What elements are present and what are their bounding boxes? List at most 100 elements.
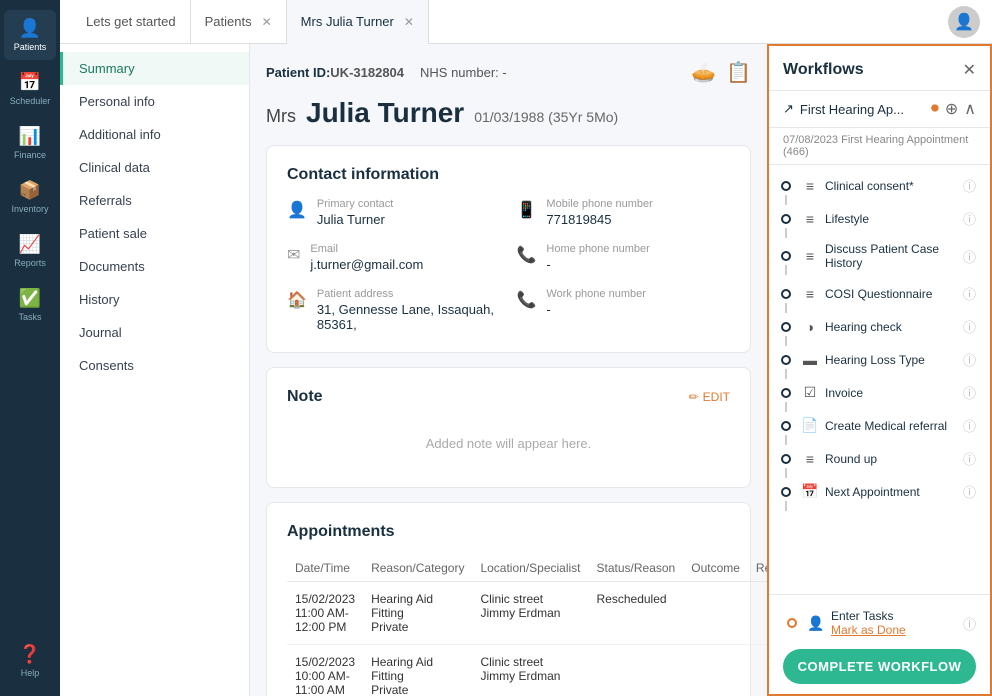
workflow-item-enter-tasks[interactable]: 👤 Enter Tasks Mark as Done ⓘ: [783, 605, 976, 641]
contact-mobile: 📱 Mobile phone number 771819845: [517, 198, 731, 227]
menu-item-summary[interactable]: Summary: [60, 52, 249, 85]
phone-icon: 📞: [517, 245, 537, 265]
sidebar-item-finance[interactable]: 📊 Finance: [4, 118, 56, 168]
menu-item-personal-info[interactable]: Personal info: [60, 85, 249, 118]
lifestyle-icon: ≡: [801, 211, 819, 227]
inventory-icon: 📦: [19, 180, 41, 201]
tab-lets-started[interactable]: Lets get started: [72, 0, 191, 44]
workflow-list: ≡ Clinical consent* ⓘ ≡ Lifestyle ⓘ: [769, 165, 990, 594]
sidebar-item-tasks-label: Tasks: [18, 312, 41, 322]
workflows-close-button[interactable]: ✕: [963, 60, 976, 80]
sidebar-nav: 👤 Patients 📅 Scheduler 📊 Finance 📦 Inven…: [0, 0, 60, 696]
patient-name: Julia Turner: [306, 97, 464, 129]
tab-patients[interactable]: Patients ✕: [191, 0, 287, 44]
patient-header: Patient ID:UK-3182804 NHS number: - 🥧 📋: [266, 60, 751, 85]
menu-item-additional-info[interactable]: Additional info: [60, 118, 249, 151]
clinical-consent-info-icon[interactable]: ⓘ: [963, 176, 976, 195]
edit-button[interactable]: ✏ EDIT: [689, 390, 730, 404]
patient-prefix: Mrs: [266, 106, 296, 127]
col-reason: Reason/Category: [363, 555, 472, 582]
col-status: Status/Reason: [589, 555, 684, 582]
primary-contact-label: Primary contact: [317, 198, 393, 210]
menu-item-documents[interactable]: Documents: [60, 250, 249, 283]
workflow-item-medical-referral[interactable]: 📄 Create Medical referral ⓘ: [769, 409, 990, 442]
edit-icon: ✏: [689, 390, 699, 404]
cosi-icon: ≡: [801, 286, 819, 302]
round-up-info-icon[interactable]: ⓘ: [963, 449, 976, 468]
timeline-dot-orange: [787, 618, 797, 628]
patient-id-value: UK-3182804: [330, 65, 404, 80]
menu-item-referrals[interactable]: Referrals: [60, 184, 249, 217]
content-area: Summary Personal info Additional info Cl…: [60, 44, 992, 696]
menu-item-history[interactable]: History: [60, 283, 249, 316]
appointments-table: Date/Time Reason/Category Location/Speci…: [287, 555, 767, 696]
note-header: Note ✏ EDIT: [287, 388, 730, 406]
sidebar-item-reports-label: Reports: [14, 258, 46, 268]
sidebar-item-scheduler-label: Scheduler: [10, 96, 51, 106]
workflow-record-icon[interactable]: ⏺: [931, 100, 939, 118]
timeline-col: [777, 388, 795, 398]
complete-workflow-button[interactable]: COMPLETE WORKFLOW: [783, 649, 976, 684]
timeline-col: [777, 289, 795, 299]
workflow-item-discuss-history[interactable]: ≡ Discuss Patient Case History ⓘ: [769, 235, 990, 277]
cosi-info-icon[interactable]: ⓘ: [963, 284, 976, 303]
workflow-item-clinical-consent[interactable]: ≡ Clinical consent* ⓘ: [769, 169, 990, 202]
menu-item-consents[interactable]: Consents: [60, 349, 249, 382]
timeline-col: [777, 251, 795, 261]
timeline-col: [777, 214, 795, 224]
workflow-item-next-appointment[interactable]: 📅 Next Appointment ⓘ: [769, 475, 990, 508]
menu-item-patient-sale[interactable]: Patient sale: [60, 217, 249, 250]
appt-outcome-2: [683, 645, 748, 696]
document-icon[interactable]: 📋: [726, 60, 751, 85]
contact-address: 🏠 Patient address 31, Gennesse Lane, Iss…: [287, 288, 501, 332]
mobile-icon: 📱: [517, 200, 537, 220]
tab-patients-close[interactable]: ✕: [262, 15, 272, 29]
hearing-check-info-icon[interactable]: ⓘ: [963, 317, 976, 336]
workflow-add-icon[interactable]: ⊕: [945, 99, 958, 119]
appt-status-1: Rescheduled: [589, 582, 684, 645]
sidebar-item-help[interactable]: ❓ Help: [4, 636, 56, 686]
sidebar-item-tasks[interactable]: ✅ Tasks: [4, 280, 56, 330]
workflow-collapse-icon[interactable]: ∧: [964, 99, 976, 119]
workflow-item-lifestyle[interactable]: ≡ Lifestyle ⓘ: [769, 202, 990, 235]
sidebar-item-patients[interactable]: 👤 Patients: [4, 10, 56, 60]
sidebar-item-scheduler[interactable]: 📅 Scheduler: [4, 64, 56, 114]
invoice-info-icon[interactable]: ⓘ: [963, 383, 976, 402]
tab-active-patient[interactable]: Mrs Julia Turner ✕: [287, 0, 429, 44]
medical-referral-info-icon[interactable]: ⓘ: [963, 416, 976, 435]
timeline-dot: [781, 322, 791, 332]
tab-patient-close[interactable]: ✕: [404, 15, 414, 29]
round-up-icon: ≡: [801, 451, 819, 467]
chart-icon[interactable]: 🥧: [691, 60, 716, 85]
sidebar-item-reports[interactable]: 📈 Reports: [4, 226, 56, 276]
hearing-loss-type-info-icon[interactable]: ⓘ: [963, 350, 976, 369]
timeline-dot: [781, 181, 791, 191]
workflows-header: Workflows ✕: [769, 46, 990, 91]
timeline-col: [777, 322, 795, 332]
timeline-col: [783, 618, 801, 628]
workflow-item-invoice[interactable]: ☑ Invoice ⓘ: [769, 376, 990, 409]
contact-primary: 👤 Primary contact Julia Turner: [287, 198, 501, 227]
discuss-history-info-icon[interactable]: ⓘ: [963, 247, 976, 266]
workflow-item-hearing-check[interactable]: ◑ Hearing check ⓘ: [769, 310, 990, 343]
note-card: Note ✏ EDIT Added note will appear here.: [266, 367, 751, 488]
sidebar-item-finance-label: Finance: [14, 150, 46, 160]
timeline-dot: [781, 388, 791, 398]
workflow-item-hearing-loss-type[interactable]: ▬ Hearing Loss Type ⓘ: [769, 343, 990, 376]
contact-grid: 👤 Primary contact Julia Turner 📱 Mobile …: [287, 198, 730, 332]
next-appointment-label: Next Appointment: [825, 485, 957, 499]
reports-icon: 📈: [19, 234, 41, 255]
next-appointment-info-icon[interactable]: ⓘ: [963, 482, 976, 501]
timeline-dot: [781, 454, 791, 464]
enter-tasks-info-icon[interactable]: ⓘ: [963, 614, 976, 633]
user-avatar-icon[interactable]: 👤: [948, 6, 980, 38]
enter-tasks-icon: 👤: [807, 615, 825, 632]
menu-item-journal[interactable]: Journal: [60, 316, 249, 349]
workflow-item-round-up[interactable]: ≡ Round up ⓘ: [769, 442, 990, 475]
menu-item-clinical-data[interactable]: Clinical data: [60, 151, 249, 184]
sidebar-item-inventory[interactable]: 📦 Inventory: [4, 172, 56, 222]
col-outcome: Outcome: [683, 555, 748, 582]
lifestyle-info-icon[interactable]: ⓘ: [963, 209, 976, 228]
mark-as-done-button[interactable]: Mark as Done: [831, 623, 957, 637]
workflow-item-cosi[interactable]: ≡ COSI Questionnaire ⓘ: [769, 277, 990, 310]
